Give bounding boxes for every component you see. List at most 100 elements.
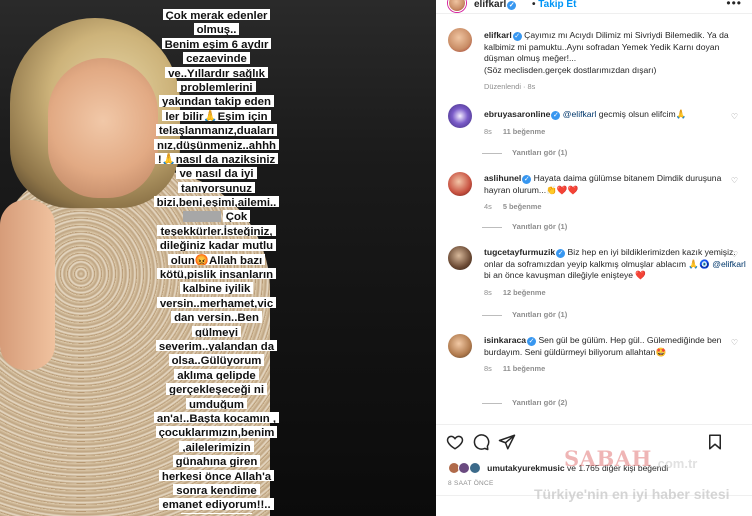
comment-likes[interactable]: 11 beğenme: [503, 364, 545, 373]
story-text-line: !🙏nasıl da naziksiniz: [140, 150, 295, 165]
story-text-line: Görüşürüz!!: [140, 510, 295, 514]
story-text-span: gerçekleşeceği ni: [166, 383, 267, 395]
story-text-line: herkesi önce Allah'a: [140, 467, 295, 481]
story-text-line: günahına giren: [140, 452, 295, 467]
story-text-span: Görüşürüz!!: [180, 512, 253, 514]
story-text-line: tanıyorsunuz: [140, 179, 295, 194]
story-text-span: umduğum: [185, 397, 248, 409]
view-replies-link[interactable]: Yanıtları gör (1): [482, 148, 567, 157]
story-text-span: cezaevinde: [183, 52, 250, 64]
story-text-line: olun😡Allah bazı: [140, 251, 295, 266]
story-text-line: gerçekleşeceği ni: [140, 380, 295, 395]
screenshot-frame: Çok merak edenler olmuş.. Benim eşim 6 ayd…: [0, 0, 752, 516]
story-text-overlay: Çok merak edenler olmuş.. Benim eşim 6 ayd…: [140, 6, 295, 514]
comment-likes[interactable]: 12 beğenme: [503, 288, 546, 297]
caption-body-2: (Söz meclisden.gerçek dostlarımızdan dış…: [484, 64, 657, 75]
commenter-avatar[interactable]: [448, 246, 472, 270]
story-text-span: teşekkürler.İsteğiniz,: [157, 224, 276, 237]
story-text-span: severim..yalandan da: [155, 339, 278, 352]
comment-text: isinkaracа ✓ Sen gül be gülüm. Hep gül.. …: [484, 335, 746, 375]
verified-badge-icon: ✓: [556, 249, 566, 258]
follow-button[interactable]: • Takip Et: [532, 0, 576, 10]
verified-badge-icon: ✓: [522, 175, 532, 184]
story-text-span: olun😡Allah bazı: [167, 253, 266, 266]
liker-avatar[interactable]: [468, 462, 481, 474]
commenter-username[interactable]: ebruyasaronline: [484, 109, 550, 119]
commenter-username[interactable]: tugcetayfurmuzik: [484, 247, 555, 257]
like-comment-heart-icon[interactable]: ♡: [731, 112, 738, 121]
story-text-span: olsa..Gülüyorum: [168, 354, 265, 366]
comment-mention[interactable]: @elifkarl: [563, 109, 597, 119]
story-text-line: ve..Yıllardır sağlık: [140, 64, 295, 78]
view-replies-link[interactable]: Yanıtları gör (1): [482, 310, 567, 319]
watermark-slogan: Türkiye'nin en iyi haber sitesi: [534, 486, 730, 502]
commenter-avatar[interactable]: [448, 104, 472, 128]
blurred-text-block: [182, 210, 221, 222]
story-text-span: aklıma gelipde: [174, 368, 259, 381]
comment-text: ebruyasaronline ✓ @elifkarl gecmiş olsun …: [484, 109, 746, 137]
comment-text: aslihunel ✓ Hayata daima gülümse bitanem …: [484, 173, 746, 213]
comment-body: gecmiş olsun elifcim🙏: [598, 109, 687, 119]
story-text-span: sonra kendime: [173, 483, 260, 496]
post-header: elifkarl ✓ • Takip Et •••: [436, 0, 752, 14]
caption-username[interactable]: elifkarl: [484, 30, 512, 40]
comment-mention[interactable]: @elifkarl: [712, 259, 746, 269]
caption-avatar[interactable]: [448, 28, 472, 52]
story-text-line: problemlerini: [140, 78, 295, 93]
comment-bubble-icon[interactable]: [472, 433, 490, 451]
story-text-line: ler bilir🙏Eşim için: [140, 107, 295, 122]
story-text-span: problemlerini: [177, 80, 256, 93]
commenter-username[interactable]: aslihunel: [484, 173, 521, 183]
story-text-span: olmuş..: [193, 23, 240, 35]
like-comment-heart-icon[interactable]: ♡: [731, 338, 738, 347]
story-text-line: Çok merak edenler: [140, 6, 295, 21]
commenter-username[interactable]: isinkaracа: [484, 335, 526, 345]
story-text-line: olmuş..: [140, 20, 295, 35]
verified-badge-icon: ✓: [527, 337, 537, 346]
header-username[interactable]: elifkarl ✓: [474, 0, 517, 10]
story-text-span: Çok merak edenler: [162, 9, 271, 21]
story-text-span: an'a!..Başta kocamın ,: [153, 411, 280, 424]
story-text-line: cezaevinde: [140, 49, 295, 64]
view-replies-link[interactable]: Yanıtları gör (1): [482, 222, 567, 231]
story-text-line: versin..merhamet,vic: [140, 294, 295, 309]
comment-body-cont: bi an önce kavuşman dileğiyle enişteye ❤…: [484, 270, 647, 280]
story-text-span: yakından takip eden: [159, 95, 274, 107]
comment-likes[interactable]: 11 beğenme: [503, 127, 545, 136]
story-text-line: kötü,pislik insanların: [140, 265, 295, 280]
like-comment-heart-icon[interactable]: ♡: [731, 250, 738, 259]
save-bookmark-icon[interactable]: [706, 433, 724, 451]
verified-badge-icon: ✓: [512, 32, 522, 41]
commenter-avatar[interactable]: [448, 172, 472, 196]
story-text-line: ve nasıl da iyi: [140, 164, 295, 179]
more-options-icon[interactable]: •••: [726, 0, 742, 10]
story-text-line: gülmeyi: [140, 323, 295, 337]
story-text-line: bizi,beni,eşimi,ailemi..: [140, 193, 295, 208]
comment-time: 8s: [484, 287, 492, 297]
header-avatar[interactable]: [448, 0, 466, 12]
comment-meta: 8s 12 beğenme: [484, 287, 746, 299]
story-text-line: ,ailelerimizin: [140, 438, 295, 453]
comment-meta: 8s 11 beğenme: [484, 363, 746, 375]
share-paper-plane-icon[interactable]: [498, 433, 516, 451]
story-text-line: teşekkürler.İsteğiniz,: [140, 222, 295, 237]
liked-by-user[interactable]: umutakyurekmusic: [487, 463, 564, 473]
story-text-line: çocuklarımızın,benim: [140, 423, 295, 438]
post-time-ago[interactable]: 8 SAAT ÖNCE: [448, 480, 494, 487]
caption-meta: Düzenlendi · 8s: [484, 82, 536, 91]
view-replies-link[interactable]: Yanıtları gör (2): [482, 398, 567, 407]
story-text-span: Benim eşim 6 aydır: [161, 37, 272, 50]
commenter-avatar[interactable]: [448, 334, 472, 358]
story-text-line: Çok: [140, 207, 295, 222]
story-text-span: günahına giren: [172, 455, 261, 467]
comment-text: tugcetayfurmuzik ✓ Biz hep en iyi bildikl…: [484, 247, 746, 298]
story-text-line: aklıma gelipde: [140, 366, 295, 381]
watermark-domain: .com.tr: [654, 456, 698, 471]
story-text-line: kalbine iyilik: [140, 279, 295, 294]
story-text-span: bizi,beni,eşimi,ailemi..: [153, 196, 280, 208]
like-heart-icon[interactable]: [446, 433, 464, 451]
story-image: Çok merak edenler olmuş.. Benim eşim 6 ayd…: [0, 0, 436, 516]
like-comment-heart-icon[interactable]: ♡: [731, 176, 738, 185]
comment-likes[interactable]: 5 beğenme: [503, 202, 542, 211]
story-text-line: telaşlanmanız,duaları: [140, 121, 295, 136]
